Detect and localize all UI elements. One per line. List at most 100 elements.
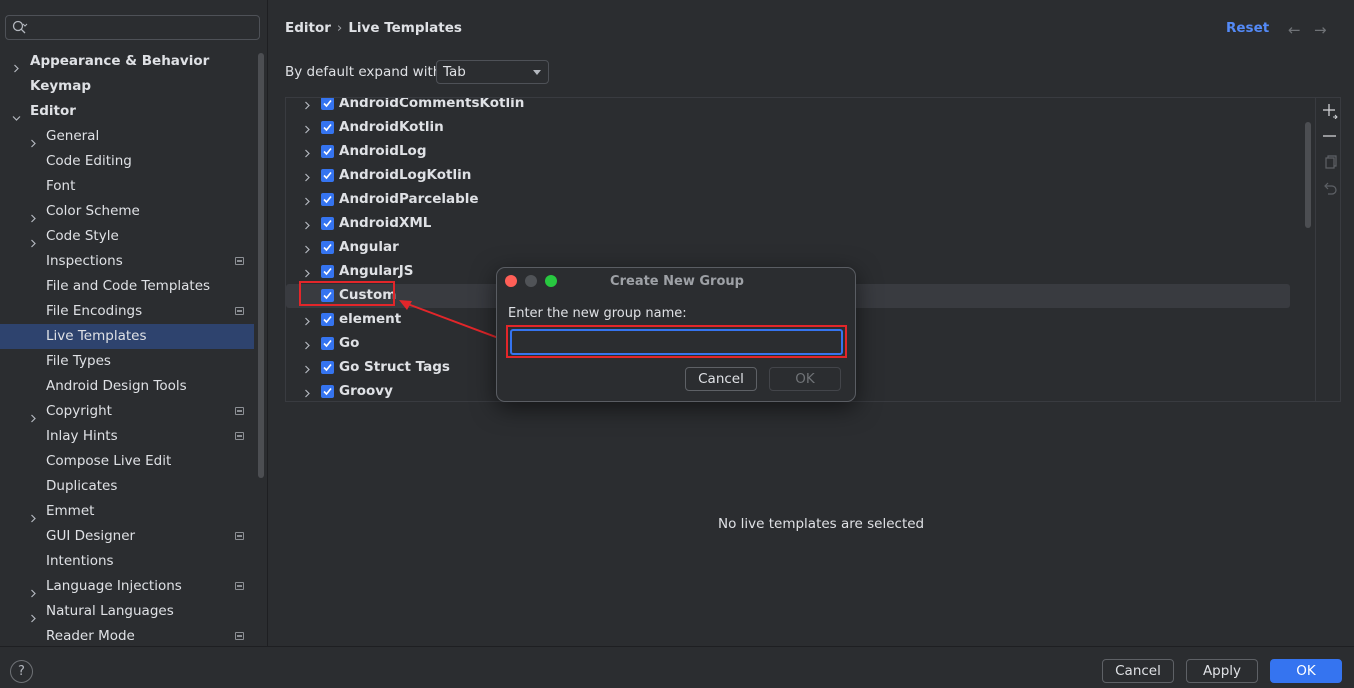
chevron-right-icon[interactable] [303, 315, 311, 326]
sidebar-item-language-injections[interactable]: Language Injections [0, 574, 254, 599]
sidebar-item-natural-languages[interactable]: Natural Languages [0, 599, 254, 624]
sidebar-item-label: Natural Languages [46, 603, 174, 619]
chevron-right-icon[interactable] [29, 507, 37, 523]
sidebar-item-inlay-hints[interactable]: Inlay Hints [0, 424, 254, 449]
copy-icon[interactable] [1322, 154, 1338, 170]
chevron-right-icon[interactable] [303, 147, 311, 158]
template-group-checkbox[interactable] [321, 98, 334, 110]
dialog-ok-button[interactable]: OK [769, 367, 841, 391]
create-new-group-dialog: Create New Group Enter the new group nam… [496, 267, 856, 402]
project-scope-icon [235, 532, 244, 540]
template-group-row[interactable]: Angular [286, 236, 1290, 260]
template-group-checkbox[interactable] [321, 337, 334, 350]
sidebar-scrollbar[interactable] [258, 53, 264, 478]
undo-icon[interactable] [1322, 180, 1338, 196]
empty-selection-message: No live templates are selected [718, 516, 925, 532]
reset-link[interactable]: Reset [1226, 20, 1269, 36]
sidebar-item-intentions[interactable]: Intentions [0, 549, 254, 574]
settings-search-input[interactable] [5, 15, 260, 40]
breadcrumb: Editor › Live Templates [285, 20, 462, 36]
chevron-right-icon[interactable] [29, 232, 37, 248]
chevron-right-icon[interactable] [303, 363, 311, 374]
sidebar-item-appearance-behavior[interactable]: Appearance & Behavior [0, 49, 254, 74]
dialog-cancel-button[interactable]: Cancel [685, 367, 757, 391]
template-group-checkbox[interactable] [321, 313, 334, 326]
chevron-right-icon[interactable] [303, 267, 311, 278]
template-group-row[interactable]: AndroidLog [286, 140, 1290, 164]
template-group-checkbox[interactable] [321, 193, 334, 206]
chevron-right-icon[interactable] [29, 582, 37, 598]
forward-arrow-icon[interactable]: → [1314, 21, 1327, 39]
template-group-name: AndroidParcelable [339, 191, 479, 207]
sidebar-item-general[interactable]: General [0, 124, 254, 149]
help-icon[interactable]: ? [10, 660, 33, 683]
apply-button[interactable]: Apply [1186, 659, 1258, 683]
sidebar-item-keymap[interactable]: Keymap [0, 74, 254, 99]
chevron-right-icon[interactable] [12, 57, 20, 73]
minus-icon[interactable] [1322, 128, 1338, 144]
chevron-right-icon[interactable] [303, 99, 311, 110]
template-group-row[interactable]: AndroidKotlin [286, 116, 1290, 140]
template-group-row[interactable]: AndroidLogKotlin [286, 164, 1290, 188]
sidebar-item-label: Editor [30, 103, 76, 119]
settings-tree: Appearance & Behavior Keymap Editor General… [0, 49, 254, 649]
sidebar-item-editor[interactable]: Editor [0, 99, 254, 124]
template-group-row[interactable]: AndroidXML [286, 212, 1290, 236]
template-group-checkbox[interactable] [321, 169, 334, 182]
back-arrow-icon[interactable]: ← [1288, 21, 1301, 39]
sidebar-item-file-and-code-templates[interactable]: File and Code Templates [0, 274, 254, 299]
sidebar-item-live-templates[interactable]: Live Templates [0, 324, 254, 349]
template-group-name: AndroidLogKotlin [339, 167, 472, 183]
chevron-right-icon[interactable] [303, 123, 311, 134]
project-scope-icon [235, 582, 244, 590]
dialog-prompt: Enter the new group name: [508, 306, 687, 321]
template-group-checkbox[interactable] [321, 121, 334, 134]
template-group-row[interactable]: AndroidCommentsKotlin [286, 98, 1290, 116]
sidebar-item-font[interactable]: Font [0, 174, 254, 199]
sidebar-item-compose-live-edit[interactable]: Compose Live Edit [0, 449, 254, 474]
breadcrumb-root[interactable]: Editor [285, 20, 331, 36]
sidebar-item-inspections[interactable]: Inspections [0, 249, 254, 274]
sidebar-item-code-style[interactable]: Code Style [0, 224, 254, 249]
chevron-right-icon[interactable] [29, 407, 37, 423]
chevron-right-icon[interactable] [29, 607, 37, 623]
sidebar-item-duplicates[interactable]: Duplicates [0, 474, 254, 499]
template-group-checkbox[interactable] [321, 385, 334, 398]
template-group-name: AndroidLog [339, 143, 427, 159]
chevron-right-icon[interactable] [303, 219, 311, 230]
sidebar-item-label: Duplicates [46, 478, 118, 494]
chevron-right-icon[interactable] [303, 387, 311, 398]
group-name-input[interactable] [510, 329, 843, 355]
sidebar-item-emmet[interactable]: Emmet [0, 499, 254, 524]
ok-button[interactable]: OK [1270, 659, 1342, 683]
chevron-right-icon[interactable] [303, 339, 311, 350]
cancel-button[interactable]: Cancel [1102, 659, 1174, 683]
sidebar-item-label: Code Style [46, 228, 119, 244]
template-group-row[interactable]: AndroidParcelable [286, 188, 1290, 212]
template-group-checkbox[interactable] [321, 241, 334, 254]
sidebar-item-color-scheme[interactable]: Color Scheme [0, 199, 254, 224]
chevron-right-icon[interactable] [29, 132, 37, 148]
chevron-right-icon[interactable] [303, 243, 311, 254]
sidebar-item-copyright[interactable]: Copyright [0, 399, 254, 424]
sidebar-item-file-encodings[interactable]: File Encodings [0, 299, 254, 324]
chevron-right-icon[interactable] [303, 195, 311, 206]
template-group-checkbox[interactable] [321, 145, 334, 158]
dialog-title: Create New Group [610, 274, 744, 289]
breadcrumb-separator: › [336, 20, 343, 36]
chevron-right-icon[interactable] [29, 207, 37, 223]
expand-with-select[interactable]: Tab [436, 60, 549, 84]
sidebar-item-file-types[interactable]: File Types [0, 349, 254, 374]
template-group-checkbox[interactable] [321, 361, 334, 374]
chevron-down-icon[interactable] [12, 107, 21, 121]
template-group-checkbox[interactable] [321, 265, 334, 278]
template-group-checkbox[interactable] [321, 217, 334, 230]
sidebar-item-gui-designer[interactable]: GUI Designer [0, 524, 254, 549]
sidebar-item-label: Live Templates [46, 328, 147, 344]
sidebar-item-android-design-tools[interactable]: Android Design Tools [0, 374, 254, 399]
templates-scrollbar[interactable] [1305, 122, 1311, 228]
chevron-right-icon[interactable] [303, 171, 311, 182]
plus-icon[interactable] [1322, 103, 1338, 120]
sidebar-item-label: Keymap [30, 78, 92, 94]
sidebar-item-code-editing[interactable]: Code Editing [0, 149, 254, 174]
